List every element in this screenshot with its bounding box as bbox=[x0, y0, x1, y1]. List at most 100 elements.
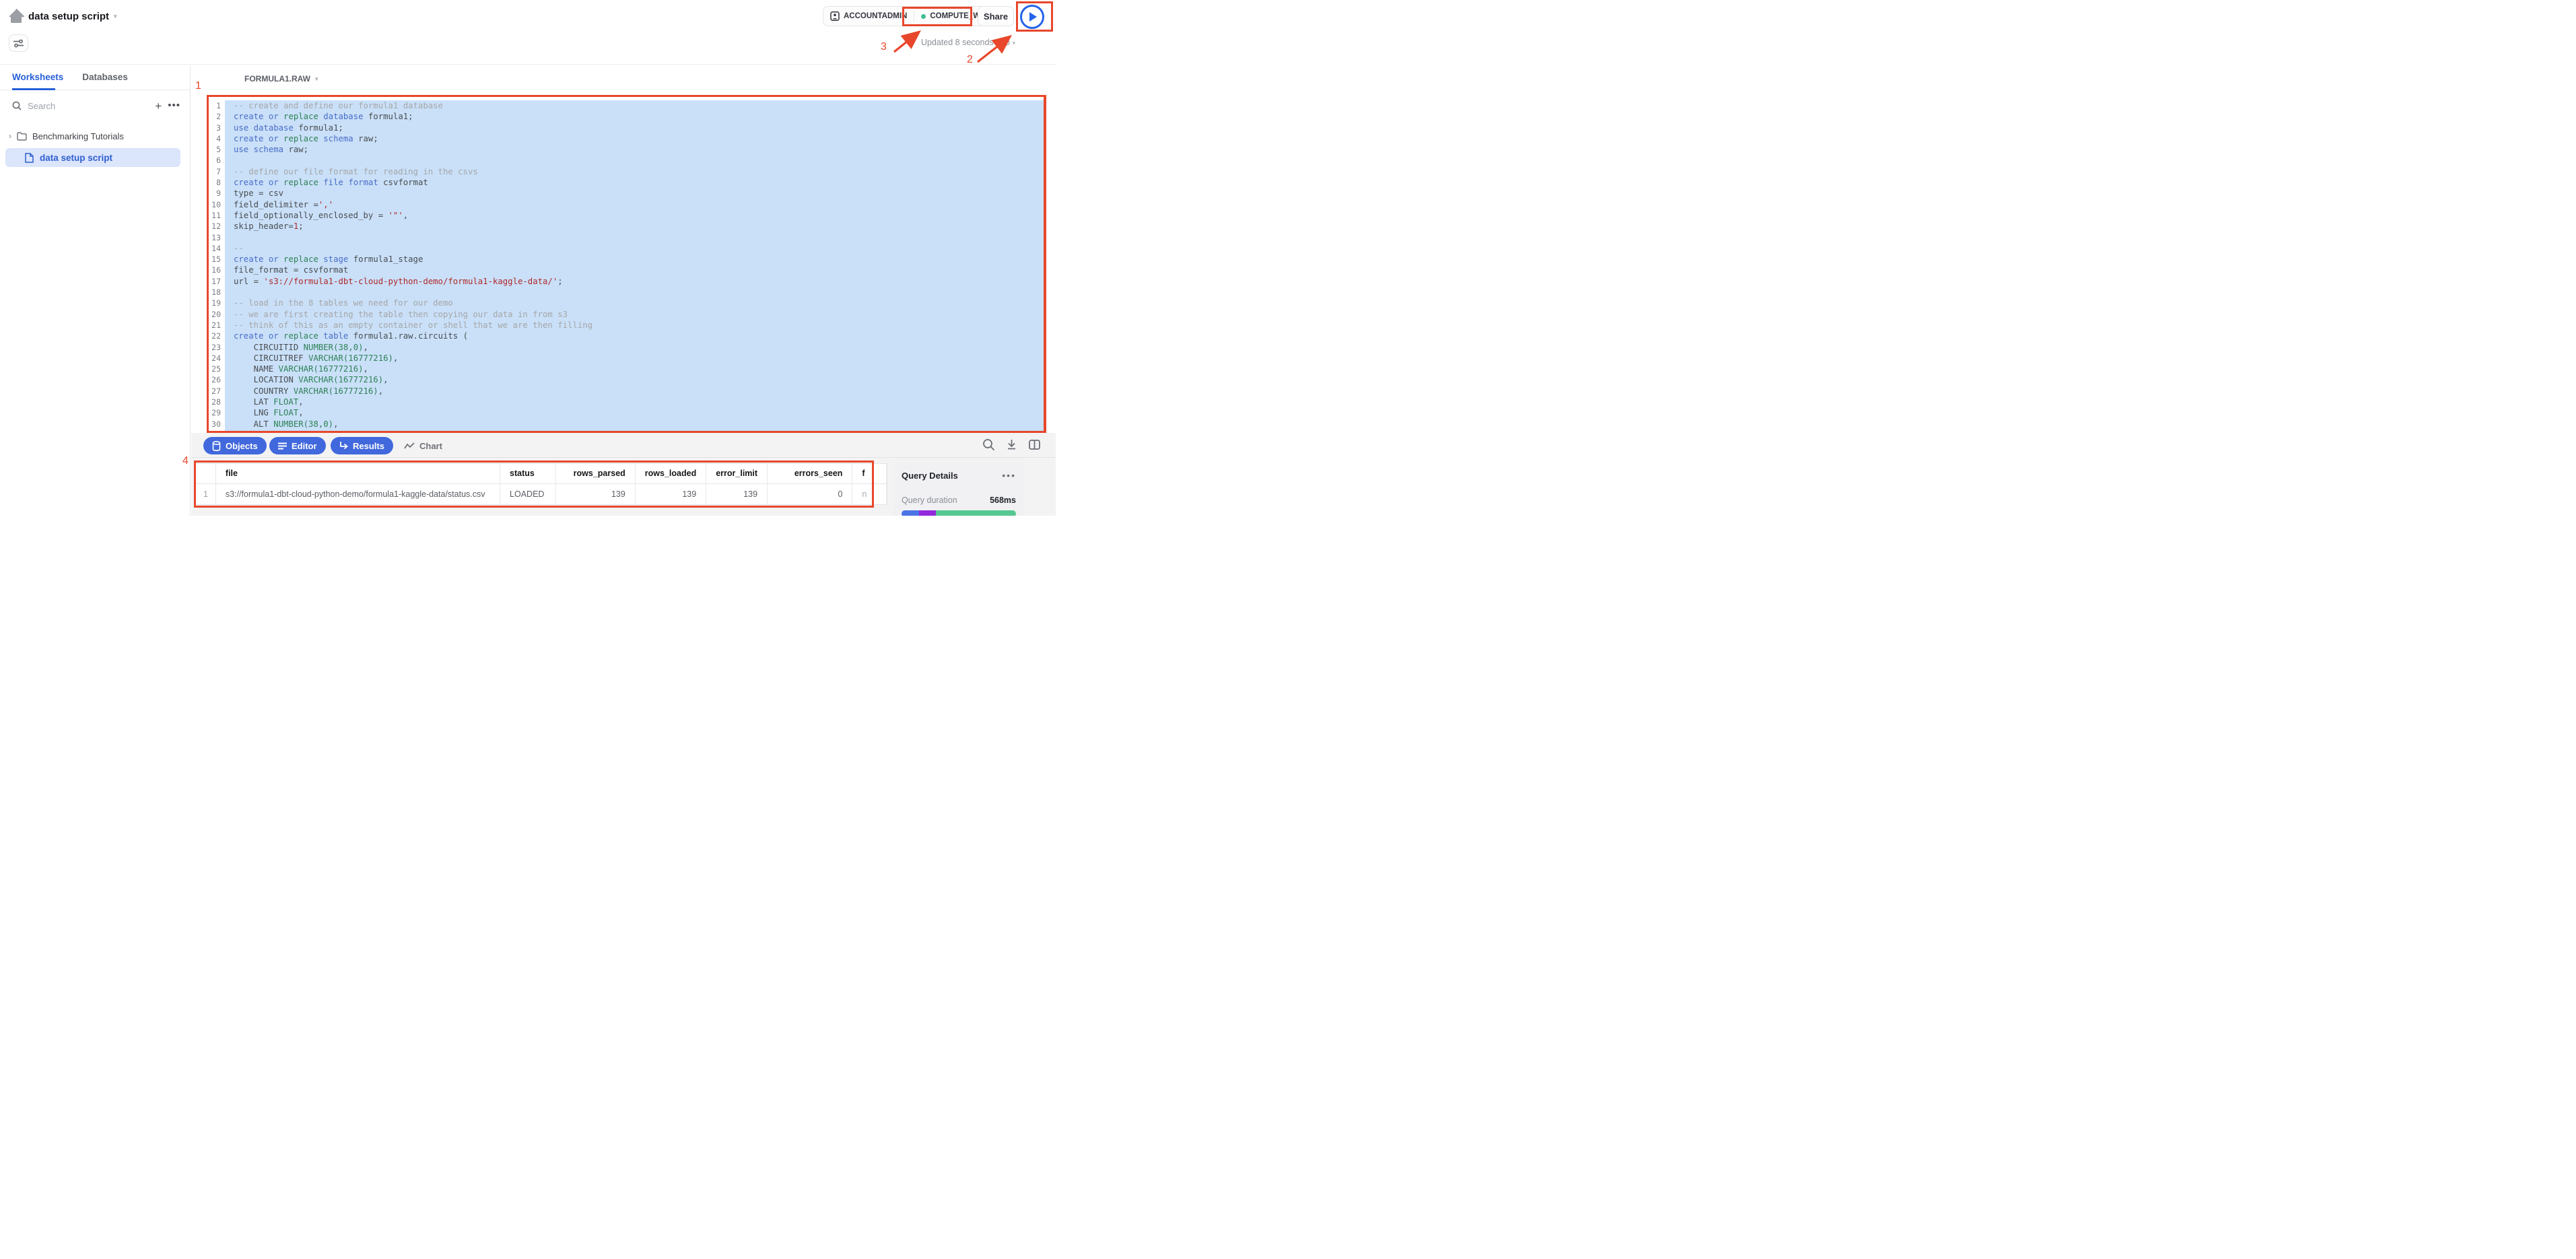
code-line[interactable]: 5use schema raw; bbox=[209, 144, 1044, 155]
run-button[interactable] bbox=[1020, 5, 1044, 29]
split-columns-icon[interactable] bbox=[1028, 438, 1041, 451]
chart-toggle[interactable]: Chart bbox=[404, 437, 442, 454]
editor-button[interactable]: Editor bbox=[269, 437, 326, 454]
code-line[interactable]: 12skip_header=1; bbox=[209, 221, 1044, 232]
code-line[interactable]: 19-- load in the 8 tables we need for ou… bbox=[209, 298, 1044, 308]
line-number: 27 bbox=[209, 386, 222, 397]
code-line[interactable]: 8create or replace file format csvformat bbox=[209, 177, 1044, 188]
tab-worksheets[interactable]: Worksheets bbox=[12, 72, 63, 83]
sidebar-more-button[interactable]: ••• bbox=[168, 104, 180, 108]
results-button[interactable]: Results bbox=[331, 437, 393, 454]
code-line[interactable]: 13 bbox=[209, 232, 1044, 243]
updated-text: Updated 8 seconds ago bbox=[921, 38, 1010, 47]
share-button[interactable]: Share bbox=[978, 6, 1014, 26]
column-header[interactable]: rows_loaded bbox=[635, 464, 706, 483]
code-line[interactable]: 25 NAME VARCHAR(16777216), bbox=[209, 364, 1044, 374]
code-line[interactable]: 3use database formula1; bbox=[209, 123, 1044, 133]
results-panel: Objects Editor Results bbox=[191, 433, 1056, 516]
code-line[interactable]: 17url = 's3://formula1-dbt-cloud-python-… bbox=[209, 276, 1044, 287]
role-badge: ACCOUNTADMIN bbox=[844, 12, 907, 20]
add-worksheet-button[interactable]: + bbox=[155, 100, 162, 112]
code-line[interactable]: 9type = csv bbox=[209, 188, 1044, 199]
code-line-content: use schema raw; bbox=[225, 144, 1044, 155]
tree-folder-benchmarking-tutorials[interactable]: › Benchmarking Tutorials bbox=[0, 127, 190, 145]
code-line[interactable]: 10field_delimiter =',' bbox=[209, 199, 1044, 210]
search-input[interactable]: Search bbox=[28, 101, 149, 111]
sql-editor[interactable]: 1-- create and define our formula1 datab… bbox=[207, 95, 1046, 433]
code-line[interactable]: 18 bbox=[209, 287, 1044, 298]
filters-button[interactable] bbox=[9, 34, 28, 52]
updated-timestamp[interactable]: Updated 8 seconds ago ▾ bbox=[902, 38, 1015, 47]
code-line-content: -- we are first creating the table then … bbox=[225, 309, 1044, 320]
schema-context-selector[interactable]: FORMULA1.RAW ▾ bbox=[244, 74, 318, 83]
objects-label: Objects bbox=[226, 441, 258, 451]
code-line[interactable]: 24 CIRCUITREF VARCHAR(16777216), bbox=[209, 353, 1044, 364]
chart-line-icon bbox=[404, 442, 415, 450]
line-number: 15 bbox=[209, 254, 222, 265]
role-selector[interactable]: ACCOUNTADMIN bbox=[823, 11, 914, 21]
column-header[interactable]: rows_parsed bbox=[556, 464, 636, 483]
code-line[interactable]: 23 CIRCUITID NUMBER(38,0), bbox=[209, 342, 1044, 353]
code-line-content: -- define our file format for reading in… bbox=[225, 166, 1044, 177]
code-line[interactable]: 20-- we are first creating the table the… bbox=[209, 309, 1044, 320]
download-icon[interactable] bbox=[1005, 438, 1018, 451]
code-line[interactable]: 30 ALT NUMBER(38,0), bbox=[209, 419, 1044, 430]
code-line[interactable]: 28 LAT FLOAT, bbox=[209, 397, 1044, 407]
query-details-card: Query Details ••• Query duration 568ms bbox=[893, 463, 1024, 516]
database-icon bbox=[212, 441, 221, 451]
tree-item-label: data setup script bbox=[40, 153, 112, 163]
table-cell: 139 bbox=[556, 483, 636, 504]
search-results-icon[interactable] bbox=[982, 438, 995, 451]
code-line-content: ALT NUMBER(38,0), bbox=[225, 419, 1044, 430]
code-line-content: file_format = csvformat bbox=[225, 265, 1044, 275]
ellipsis-icon[interactable]: ••• bbox=[1002, 473, 1016, 478]
user-icon bbox=[830, 11, 840, 21]
tree-item-data-setup-script[interactable]: data setup script bbox=[5, 148, 180, 167]
editor-label: Editor bbox=[292, 441, 317, 451]
objects-button[interactable]: Objects bbox=[203, 437, 267, 454]
code-line[interactable]: 26 LOCATION VARCHAR(16777216), bbox=[209, 374, 1044, 385]
code-line[interactable]: 6 bbox=[209, 155, 1044, 166]
code-line[interactable]: 27 COUNTRY VARCHAR(16777216), bbox=[209, 386, 1044, 397]
code-line-content bbox=[225, 155, 1044, 166]
code-line-content: LAT FLOAT, bbox=[225, 397, 1044, 407]
code-line-content: -- bbox=[225, 243, 1044, 254]
home-icon[interactable] bbox=[8, 9, 24, 24]
column-header[interactable] bbox=[196, 464, 215, 483]
code-area: 1-- create and define our formula1 datab… bbox=[209, 100, 1044, 433]
code-line[interactable]: 7-- define our file format for reading i… bbox=[209, 166, 1044, 177]
chevron-down-icon: ▾ bbox=[114, 13, 117, 20]
column-header[interactable]: status bbox=[500, 464, 556, 483]
code-line[interactable]: 14-- bbox=[209, 243, 1044, 254]
column-header[interactable]: f bbox=[852, 464, 887, 483]
column-header[interactable]: file bbox=[215, 464, 500, 483]
table-cell: 1 bbox=[196, 483, 215, 504]
code-line[interactable]: 15create or replace stage formula1_stage bbox=[209, 254, 1044, 265]
code-line[interactable]: 1-- create and define our formula1 datab… bbox=[209, 100, 1044, 111]
line-number: 3 bbox=[209, 123, 222, 133]
code-line[interactable]: 22create or replace table formula1.raw.c… bbox=[209, 331, 1044, 341]
code-line-content: type = csv bbox=[225, 188, 1044, 199]
worksheet-title[interactable]: data setup script ▾ bbox=[28, 11, 117, 22]
code-line-content: LNG FLOAT, bbox=[225, 407, 1044, 418]
schema-context-label: FORMULA1.RAW bbox=[244, 74, 310, 83]
tab-databases[interactable]: Databases bbox=[82, 72, 128, 83]
code-line[interactable]: 4create or replace schema raw; bbox=[209, 133, 1044, 144]
line-number: 17 bbox=[209, 276, 222, 287]
toolbar-divider bbox=[191, 457, 1056, 458]
table-cell: s3://formula1-dbt-cloud-python-demo/form… bbox=[215, 483, 500, 504]
column-header[interactable]: error_limit bbox=[706, 464, 768, 483]
code-line[interactable]: 11field_optionally_enclosed_by = '"', bbox=[209, 210, 1044, 221]
column-header[interactable]: errors_seen bbox=[768, 464, 852, 483]
code-line[interactable]: 21-- think of this as an empty container… bbox=[209, 320, 1044, 331]
line-number: 14 bbox=[209, 243, 222, 254]
code-line-content bbox=[225, 232, 1044, 243]
code-line[interactable]: 2create or replace database formula1; bbox=[209, 111, 1044, 122]
duration-bar-segment bbox=[919, 510, 937, 516]
code-line[interactable]: 29 LNG FLOAT, bbox=[209, 407, 1044, 418]
code-line-content: use database formula1; bbox=[225, 123, 1044, 133]
left-sidebar: Worksheets Databases Search + ••• › Benc… bbox=[0, 65, 191, 516]
table-row[interactable]: 1s3://formula1-dbt-cloud-python-demo/for… bbox=[196, 483, 887, 504]
code-line-content: -- think of this as an empty container o… bbox=[225, 320, 1044, 331]
code-line[interactable]: 16file_format = csvformat bbox=[209, 265, 1044, 275]
